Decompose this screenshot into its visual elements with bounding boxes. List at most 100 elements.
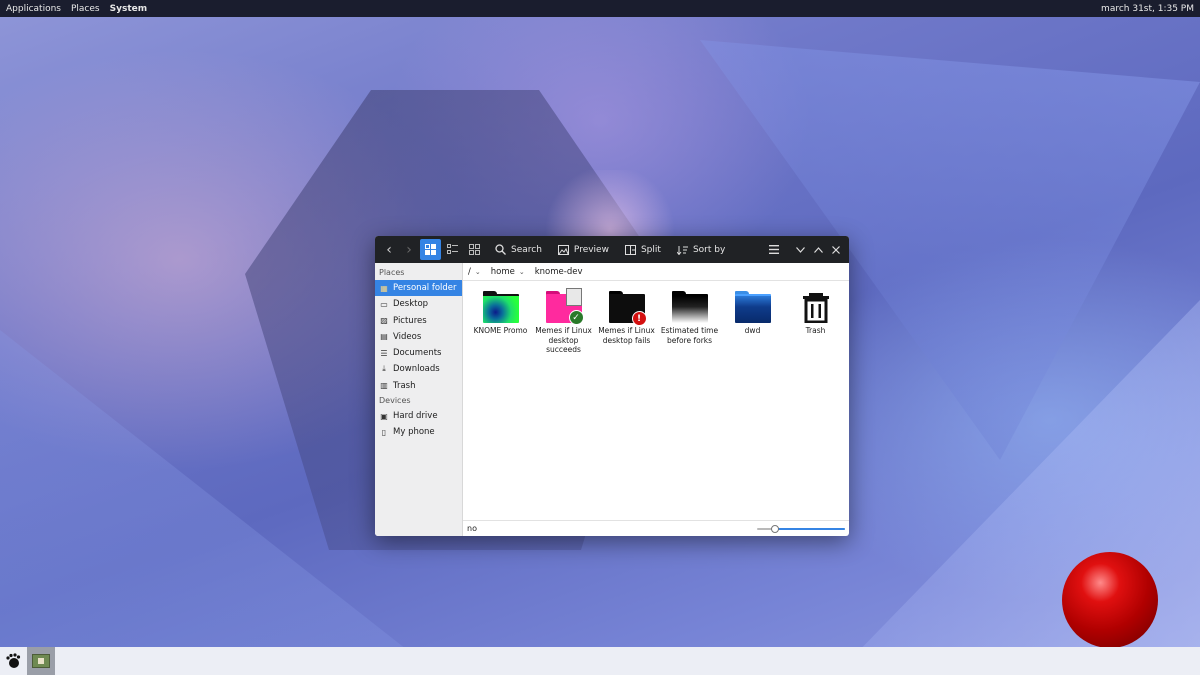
system-menu[interactable]: System bbox=[110, 4, 148, 14]
documents-icon: ☰ bbox=[380, 348, 388, 358]
file-manager-window: ‹ › Search Preview Split Sort by Places … bbox=[375, 236, 849, 536]
folder-icon: ✓ bbox=[545, 288, 584, 325]
breadcrumb: / ⌄ home ⌄ knome-dev bbox=[463, 263, 849, 281]
trash-icon: ▥ bbox=[380, 381, 388, 391]
breadcrumb-knome-dev[interactable]: knome-dev bbox=[535, 267, 583, 277]
preview-label: Preview bbox=[573, 244, 609, 255]
sidebar-item-documents[interactable]: ☰ Documents bbox=[375, 345, 462, 361]
zoom-slider[interactable] bbox=[757, 524, 845, 534]
sort-by-button[interactable]: Sort by bbox=[671, 239, 731, 260]
zoom-fill bbox=[775, 527, 845, 530]
file-item-memes-succeeds[interactable]: ✓ Memes if Linux desktop succeeds bbox=[532, 288, 595, 520]
sidebar-item-my-phone[interactable]: ▯ My phone bbox=[375, 424, 462, 440]
chevron-down-icon bbox=[795, 246, 805, 253]
sidebar-item-label: Personal folder bbox=[393, 283, 457, 293]
file-label: Estimated time before forks bbox=[660, 326, 719, 345]
sort-icon bbox=[676, 245, 688, 255]
chevron-up-icon bbox=[813, 246, 823, 253]
sidebar-item-personal-folder[interactable]: ▦ Personal folder bbox=[375, 280, 462, 296]
sidebar-item-trash[interactable]: ▥ Trash bbox=[375, 378, 462, 394]
chevron-down-icon: ⌄ bbox=[474, 267, 481, 276]
preview-button[interactable]: Preview bbox=[552, 239, 615, 260]
breadcrumb-label: home bbox=[490, 266, 515, 277]
compact-view-button[interactable] bbox=[464, 239, 485, 260]
details-view-button[interactable] bbox=[442, 239, 463, 260]
devices-header: Devices bbox=[379, 396, 411, 406]
file-item-trash[interactable]: Trash bbox=[784, 291, 847, 520]
videos-icon: ▤ bbox=[380, 332, 388, 342]
chevron-down-icon: ⌄ bbox=[518, 267, 525, 276]
forward-button[interactable]: › bbox=[399, 239, 419, 260]
list-view-icon bbox=[447, 244, 458, 254]
sidebar-item-label: Desktop bbox=[393, 299, 429, 310]
phone-icon: ▯ bbox=[381, 427, 387, 437]
error-badge-icon: ! bbox=[631, 311, 647, 326]
file-item-knome-promo[interactable]: KNOME Promo bbox=[469, 291, 532, 520]
downloads-icon: ⤓ bbox=[382, 364, 386, 374]
hard-drive-icon: ▣ bbox=[380, 411, 388, 421]
file-item-memes-fails[interactable]: ! Memes if Linux desktop fails bbox=[595, 291, 658, 520]
file-item-dwd[interactable]: dwd bbox=[721, 291, 784, 520]
main-menu-button[interactable] bbox=[0, 647, 26, 675]
desktop-icon: ▭ bbox=[380, 299, 388, 309]
sidebar-item-desktop[interactable]: ▭ Desktop bbox=[375, 296, 462, 312]
places-header: Places bbox=[379, 268, 405, 277]
sidebar-item-label: Videos bbox=[393, 331, 422, 342]
sidebar-item-downloads[interactable]: ⤓ Downloads bbox=[375, 361, 462, 377]
back-button[interactable]: ‹ bbox=[379, 239, 399, 260]
status-text: no bbox=[467, 524, 477, 533]
search-button[interactable]: Search bbox=[489, 239, 548, 260]
close-icon bbox=[832, 245, 840, 254]
image-icon bbox=[557, 244, 569, 255]
chevron-right-icon: › bbox=[406, 241, 412, 258]
close-button[interactable] bbox=[827, 239, 845, 260]
foot-logo-icon bbox=[6, 653, 21, 668]
file-label: Trash bbox=[805, 326, 826, 335]
compact-view-icon bbox=[469, 244, 480, 255]
sidebar: Places ▦ Personal folder ▭ Desktop ▨ Pic… bbox=[375, 263, 463, 536]
bottom-panel bbox=[0, 647, 1200, 675]
sidebar-item-label: Documents bbox=[393, 348, 442, 359]
menu-button[interactable] bbox=[765, 239, 783, 260]
main-pane: / ⌄ home ⌄ knome-dev KNOME Promo ✓ Memes… bbox=[463, 263, 849, 536]
zoom-handle[interactable] bbox=[771, 524, 780, 533]
folder-icon bbox=[671, 291, 708, 323]
red-ball-desktop-widget[interactable] bbox=[1062, 552, 1158, 648]
split-button[interactable]: Split bbox=[619, 239, 667, 260]
file-label: KNOME Promo bbox=[473, 326, 528, 335]
taskbar-item-file-manager[interactable] bbox=[27, 647, 55, 675]
check-badge-icon: ✓ bbox=[568, 310, 584, 325]
folder-icon bbox=[482, 291, 519, 323]
sort-by-label: Sort by bbox=[692, 244, 726, 255]
toolbar: ‹ › Search Preview Split Sort by bbox=[375, 236, 849, 263]
pictures-icon: ▨ bbox=[380, 316, 388, 326]
search-label: Search bbox=[511, 244, 542, 255]
top-panel: Applications Places System march 31st, 1… bbox=[0, 0, 1200, 17]
sidebar-item-label: Downloads bbox=[393, 364, 440, 375]
status-bar: no bbox=[463, 520, 849, 536]
icon-view-button[interactable] bbox=[420, 239, 441, 260]
applications-menu[interactable]: Applications bbox=[6, 4, 61, 14]
sidebar-item-label: Trash bbox=[393, 380, 416, 391]
home-folder-icon: ▦ bbox=[380, 283, 388, 293]
breadcrumb-label: / bbox=[468, 266, 471, 277]
breadcrumb-root[interactable]: / ⌄ bbox=[468, 267, 481, 277]
sidebar-item-label: Hard drive bbox=[393, 411, 438, 422]
file-grid: KNOME Promo ✓ Memes if Linux desktop suc… bbox=[463, 281, 849, 520]
minimize-button[interactable] bbox=[791, 239, 809, 260]
home-folder-icon bbox=[32, 654, 50, 668]
breadcrumb-home[interactable]: home ⌄ bbox=[491, 267, 525, 277]
maximize-button[interactable] bbox=[809, 239, 827, 260]
sidebar-item-hard-drive[interactable]: ▣ Hard drive bbox=[375, 408, 462, 424]
file-label: dwd bbox=[744, 326, 761, 335]
breadcrumb-label: knome-dev bbox=[534, 266, 583, 277]
places-menu[interactable]: Places bbox=[71, 4, 100, 14]
sidebar-item-pictures[interactable]: ▨ Pictures bbox=[375, 313, 462, 329]
file-label: Memes if Linux desktop fails bbox=[598, 326, 655, 345]
chevron-left-icon: ‹ bbox=[386, 241, 392, 258]
sidebar-item-videos[interactable]: ▤ Videos bbox=[375, 329, 462, 345]
split-view-icon bbox=[624, 244, 636, 255]
split-label: Split bbox=[640, 244, 661, 255]
clock[interactable]: march 31st, 1:35 PM bbox=[1101, 4, 1194, 14]
file-item-estimated-time[interactable]: Estimated time before forks bbox=[658, 291, 721, 520]
